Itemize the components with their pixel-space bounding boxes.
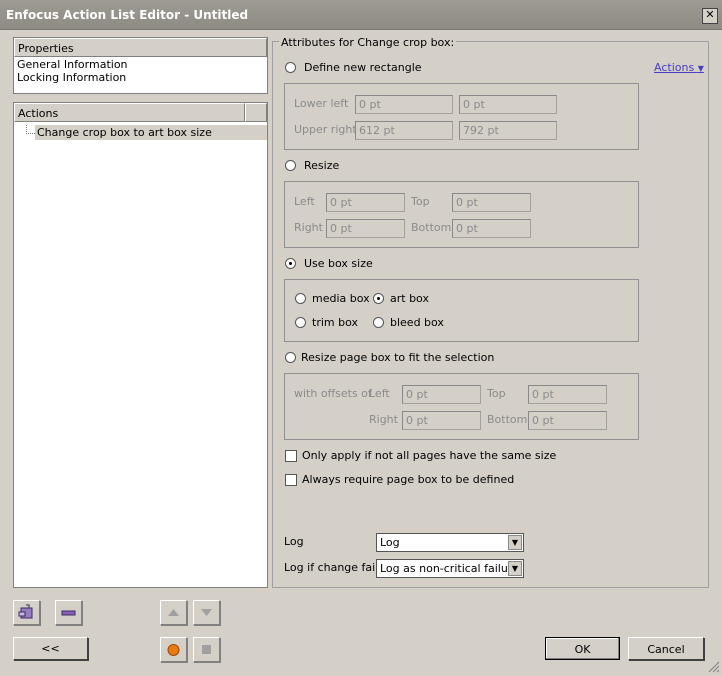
radio-use-box-size[interactable] xyxy=(285,258,296,269)
ok-button[interactable]: OK xyxy=(545,637,620,660)
stop-icon xyxy=(202,645,211,654)
window-title: Enfocus Action List Editor - Untitled xyxy=(6,8,249,22)
checkbox-require-box[interactable] xyxy=(285,474,297,486)
resize-left-field[interactable]: 0 pt xyxy=(326,193,405,212)
remove-action-button[interactable] xyxy=(55,600,82,625)
fit-left-field[interactable]: 0 pt xyxy=(402,385,481,404)
resize-right-field[interactable]: 0 pt xyxy=(326,219,405,238)
stop-button[interactable] xyxy=(193,637,220,662)
properties-panel: Properties General Information Locking I… xyxy=(13,37,268,94)
properties-header: Properties xyxy=(14,38,267,57)
radio-define-rectangle[interactable] xyxy=(285,62,296,73)
actions-panel: Actions Change crop box to art box size xyxy=(13,102,268,588)
resize-top-label: Top xyxy=(411,195,430,208)
art-box-label: art box xyxy=(390,292,429,305)
bleed-box-label: bleed box xyxy=(390,316,444,329)
trim-box-label: trim box xyxy=(312,316,358,329)
upper-right-x-field[interactable]: 612 pt xyxy=(355,121,453,140)
use-box-size-group xyxy=(284,279,639,342)
require-box-label: Always require page box to be defined xyxy=(302,473,515,486)
remove-icon xyxy=(61,610,76,616)
fit-right-field[interactable]: 0 pt xyxy=(402,411,481,430)
dropdown-arrow-icon[interactable]: ▼ xyxy=(508,561,522,576)
actions-header-spare xyxy=(245,103,267,122)
add-action-icon xyxy=(18,604,33,619)
fit-bottom-label: Bottom xyxy=(487,413,528,426)
resize-grip-icon[interactable] xyxy=(708,661,720,673)
upper-right-y-field[interactable]: 792 pt xyxy=(459,121,557,140)
fit-top-label: Top xyxy=(487,387,506,400)
add-action-button[interactable] xyxy=(13,600,40,625)
radio-resize[interactable] xyxy=(285,160,296,171)
chevron-down-icon: ▼ xyxy=(697,64,704,73)
define-rectangle-label: Define new rectangle xyxy=(304,61,422,74)
lower-left-x-field[interactable]: 0 pt xyxy=(355,95,453,114)
actions-link[interactable]: Actions ▼ xyxy=(654,61,704,74)
log-fail-select[interactable]: Log as non-critical failure ▼ xyxy=(376,559,524,578)
lower-left-y-field[interactable]: 0 pt xyxy=(459,95,557,114)
fit-bottom-field[interactable]: 0 pt xyxy=(528,411,607,430)
media-box-label: media box xyxy=(312,292,370,305)
log-select[interactable]: Log ▼ xyxy=(376,533,524,552)
radio-fit-selection[interactable] xyxy=(285,352,296,363)
log-label: Log xyxy=(284,535,304,548)
resize-top-field[interactable]: 0 pt xyxy=(452,193,531,212)
use-box-size-label: Use box size xyxy=(304,257,373,270)
actions-header: Actions xyxy=(14,103,245,122)
cancel-button[interactable]: Cancel xyxy=(628,637,704,660)
properties-item-general[interactable]: General Information xyxy=(17,58,128,71)
resize-left-label: Left xyxy=(294,195,315,208)
radio-art-box[interactable] xyxy=(373,293,384,304)
back-button[interactable]: << xyxy=(13,637,88,660)
move-down-button[interactable] xyxy=(193,600,220,625)
resize-label: Resize xyxy=(304,159,340,172)
title-bar: Enfocus Action List Editor - Untitled ✕ xyxy=(0,0,722,30)
resize-right-label: Right xyxy=(294,221,323,234)
dropdown-arrow-icon[interactable]: ▼ xyxy=(508,535,522,550)
fit-top-field[interactable]: 0 pt xyxy=(528,385,607,404)
resize-bottom-field[interactable]: 0 pt xyxy=(452,219,531,238)
with-offsets-label: with offsets of xyxy=(294,387,372,400)
record-button[interactable] xyxy=(160,637,187,662)
fit-left-label: Left xyxy=(369,387,390,400)
log-select-value: Log xyxy=(380,536,400,549)
attributes-title: Attributes for Change crop box: xyxy=(279,36,457,49)
close-icon[interactable]: ✕ xyxy=(702,8,718,24)
log-fail-label: Log if change fails xyxy=(284,561,385,574)
log-fail-select-value: Log as non-critical failure xyxy=(380,562,519,575)
same-size-label: Only apply if not all pages have the sam… xyxy=(302,449,557,462)
fit-right-label: Right xyxy=(369,413,398,426)
record-icon xyxy=(167,644,180,656)
lower-left-label: Lower left xyxy=(294,97,349,110)
fit-selection-label: Resize page box to fit the selection xyxy=(301,351,495,364)
checkbox-same-size[interactable] xyxy=(285,450,297,462)
arrow-down-icon xyxy=(201,609,212,616)
upper-right-label: Upper right xyxy=(294,123,357,136)
resize-bottom-label: Bottom xyxy=(411,221,452,234)
move-up-button[interactable] xyxy=(160,600,187,625)
arrow-up-icon xyxy=(168,609,179,616)
action-item-change-crop[interactable]: Change crop box to art box size xyxy=(35,125,267,140)
tree-connector xyxy=(26,125,35,134)
radio-trim-box[interactable] xyxy=(295,317,306,328)
radio-media-box[interactable] xyxy=(295,293,306,304)
properties-item-locking[interactable]: Locking Information xyxy=(17,71,126,84)
radio-bleed-box[interactable] xyxy=(373,317,384,328)
